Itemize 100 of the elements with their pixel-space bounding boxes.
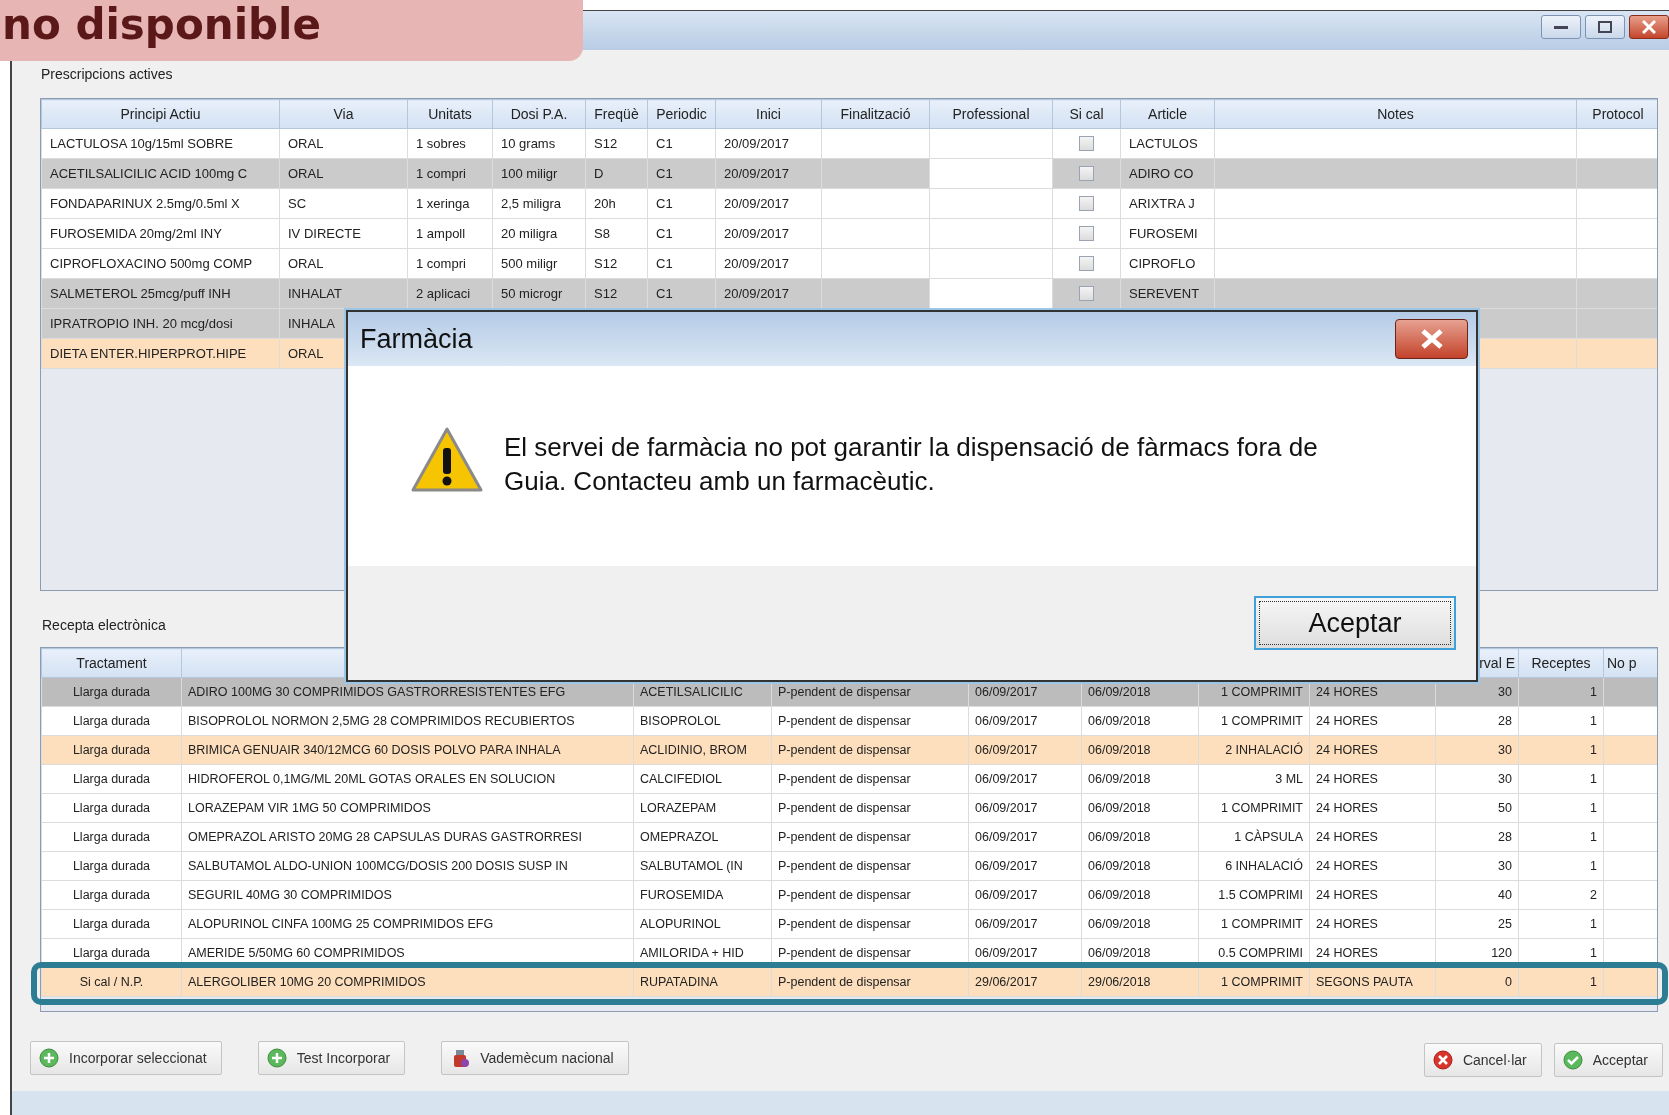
column-header[interactable]: Principi Actiu: [41, 99, 280, 129]
cancel-button[interactable]: Cancel·lar: [1423, 1043, 1542, 1077]
table-cell: 24 HORES: [1316, 945, 1378, 960]
table-row[interactable]: FONDAPARINUX 2.5mg/0.5ml X SC 1 xeringa 2,5 miligra 20h C1 20/09/2017 ARIXTRA J: [41, 188, 1657, 219]
column-header[interactable]: Inici: [715, 99, 822, 129]
table-cell: C1: [656, 285, 673, 301]
table-cell: S12: [594, 135, 618, 151]
checkbox[interactable]: [1079, 136, 1094, 151]
table-cell: 1 COMPRIMIT: [1221, 713, 1303, 728]
close-button[interactable]: [1629, 15, 1669, 39]
table-row[interactable]: Llarga durada ALOPURINOL CINFA 100MG 25 COMPRIMIDOS EFG ALOPURINOL P-pendent de dispensar 06/09/2017 06/09/2018 1 COMPRIMIT 24 HORES 25 1: [41, 909, 1657, 939]
table-cell: P-pendent de dispensar: [778, 742, 911, 757]
table-row[interactable]: Llarga durada HIDROFEROL 0,1MG/ML 20ML GOTAS ORALES EN SOLUCION CALCIFEDIOL P-pendent de dispensar 06/09/2017 06/09/2018 3 ML 24 HORES 30 1: [41, 764, 1657, 794]
section-title: Prescripcions actives: [41, 66, 173, 82]
table-row[interactable]: Llarga durada SALBUTAMOL ALDO-UNION 100MCG/DOSIS 200 DOSIS SUSP IN SALBUTAMOL (IN P-pendent de dispensar 06/09/2017 06/09/2018 6 INHALACIÓ 24 HORES 30 1: [41, 851, 1657, 881]
checkbox[interactable]: [1079, 286, 1094, 301]
table-cell: P-pendent de dispensar: [778, 800, 911, 815]
column-header[interactable]: Finalització: [821, 99, 930, 129]
table-row[interactable]: ACETILSALICILIC ACID 100mg C ORAL 1 compri 100 miligr D C1 20/09/2017 ADIRO CO: [41, 158, 1657, 189]
table-cell: 06/09/2017: [975, 684, 1038, 699]
maximize-button[interactable]: [1585, 15, 1625, 39]
table-cell: 0: [1505, 974, 1512, 989]
table-cell: 1 sobres: [416, 135, 466, 151]
column-header[interactable]: Periodic: [647, 99, 716, 129]
table-row[interactable]: SALMETEROL 25mcg/puff INH INHALAT 2 aplicaci 50 microgr S12 C1 20/09/2017 SEREVENT: [41, 278, 1657, 309]
accept-button[interactable]: Acceptar: [1553, 1043, 1663, 1077]
checkbox[interactable]: [1079, 196, 1094, 211]
table-cell: SALBUTAMOL (IN: [640, 858, 743, 873]
table-cell: IPRATROPIO INH. 20 mcg/dosi: [50, 315, 233, 331]
table-cell: Llarga durada: [72, 742, 151, 757]
plus-icon: [266, 1048, 287, 1068]
minimize-button[interactable]: [1541, 15, 1581, 39]
table-cell: 2 INHALACIÓ: [1225, 742, 1303, 757]
column-header[interactable]: Freqüè: [585, 99, 648, 129]
section-title: Recepta electrònica: [42, 617, 166, 633]
checkbox[interactable]: [1079, 256, 1094, 271]
warning-icon: [410, 426, 484, 494]
table-cell: 28: [1498, 829, 1512, 844]
table-cell: ACETILSALICILIC ACID 100mg C: [50, 165, 248, 181]
table-cell: P-pendent de dispensar: [778, 974, 911, 989]
table-cell: S12: [594, 285, 618, 301]
action-button[interactable]: Incorporar seleccionat: [30, 1041, 222, 1075]
table-cell: 24 HORES: [1316, 829, 1378, 844]
table-cell: ORAL: [288, 165, 324, 181]
table-cell: 1: [1590, 742, 1597, 757]
table-row[interactable]: Llarga durada SEGURIL 40MG 30 COMPRIMIDOS FUROSEMIDA P-pendent de dispensar 06/09/2017 06/09/2018 1.5 COMPRIMI 24 HORES 40 2: [41, 880, 1657, 910]
table-cell: CIPROFLOXACINO 500mg COMP: [50, 255, 253, 271]
dialog-title: Farmàcia: [360, 322, 473, 356]
table-cell: OMEPRAZOL: [640, 829, 719, 844]
column-header[interactable]: Article: [1120, 99, 1215, 129]
table-row[interactable]: Llarga durada BRIMICA GENUAIR 340/12MCG 60 DOSIS POLVO PARA INHALA ACLIDINIO, BROM P-pendent de dispensar 06/09/2017 06/09/2018 2 INHALACIÓ 24 HORES 30 1: [41, 735, 1657, 765]
table-cell: LACTULOSA 10g/15ml SOBRE: [50, 135, 233, 151]
minimize-icon: [1554, 25, 1568, 29]
table-row[interactable]: Llarga durada LORAZEPAM VIR 1MG 50 COMPRIMIDOS LORAZEPAM P-pendent de dispensar 06/09/2017 06/09/2018 1 COMPRIMIT 24 HORES 50 1: [41, 793, 1657, 823]
table-cell: BISOPROLOL NORMON 2,5MG 28 COMPRIMIDOS RECUBIERTOS: [188, 713, 575, 728]
column-header[interactable]: Unitats: [407, 99, 493, 129]
table-row[interactable]: Llarga durada AMERIDE 5/50MG 60 COMPRIMIDOS AMILORIDA + HID P-pendent de dispensar 06/09/2017 06/09/2018 0.5 COMPRIMI 24 HORES 120 1: [41, 938, 1657, 968]
action-button[interactable]: Vademècum nacional: [441, 1041, 629, 1075]
table-cell: 20h: [594, 195, 616, 211]
table-cell: FUROSEMIDA 20mg/2ml INY: [50, 225, 222, 241]
maximize-icon: [1598, 21, 1612, 33]
table-cell: OMEPRAZOL ARISTO 20MG 28 CAPSULAS DURAS GASTRORRESI: [188, 829, 582, 844]
table-row[interactable]: FUROSEMIDA 20mg/2ml INY IV DIRECTE 1 ampoll 20 miligra S8 C1 20/09/2017 FUROSEMI: [41, 218, 1657, 249]
table-cell: 06/09/2018: [1088, 945, 1151, 960]
table-cell: Llarga durada: [72, 916, 151, 931]
table-cell: 1.5 COMPRIMI: [1218, 887, 1303, 902]
column-header[interactable]: Professional: [929, 99, 1053, 129]
table-cell: LORAZEPAM VIR 1MG 50 COMPRIMIDOS: [188, 800, 431, 815]
table-row[interactable]: Llarga durada OMEPRAZOL ARISTO 20MG 28 CAPSULAS DURAS GASTRORRESI OMEPRAZOL P-pendent de dispensar 06/09/2017 06/09/2018 1 CÀPSULA 24 HORES 28 1: [41, 822, 1657, 852]
table-cell: 50: [1498, 800, 1512, 815]
table-cell: 120: [1491, 945, 1512, 960]
column-header[interactable]: Dosi P.A.: [492, 99, 586, 129]
table-cell: 20/09/2017: [724, 285, 790, 301]
action-button[interactable]: Test Incorporar: [257, 1041, 406, 1075]
dialog-message: El servei de farmàcia no pot garantir la dispensació de fàrmacs fora de Guia. Contacteu amb un farmacèutic.: [504, 431, 1319, 499]
table-cell: 20/09/2017: [724, 225, 790, 241]
table-cell: 24 HORES: [1316, 713, 1378, 728]
column-header[interactable]: Si cal: [1052, 99, 1121, 129]
table-cell: C1: [656, 135, 673, 151]
table-cell: ALOPURINOL: [640, 916, 721, 931]
checkbox[interactable]: [1079, 226, 1094, 241]
table-cell: IV DIRECTE: [288, 225, 361, 241]
table-cell: CIPROFLO: [1129, 255, 1196, 271]
table-row[interactable]: Llarga durada BISOPROLOL NORMON 2,5MG 28 COMPRIMIDOS RECUBIERTOS BISOPROLOL P-pendent de dispensar 06/09/2017 06/09/2018 1 COMPRIMIT 24 HORES 28 1: [41, 706, 1657, 736]
table-cell: 20/09/2017: [724, 135, 790, 151]
checkbox[interactable]: [1079, 166, 1094, 181]
column-header[interactable]: Notes: [1214, 99, 1577, 129]
table-cell: P-pendent de dispensar: [778, 858, 911, 873]
table-cell: 20 miligra: [501, 225, 558, 241]
column-header[interactable]: Via: [279, 99, 408, 129]
column-header[interactable]: Protocol: [1576, 99, 1657, 129]
table-cell: Llarga durada: [72, 858, 151, 873]
table-cell: 1: [1590, 713, 1597, 728]
table-row[interactable]: LACTULOSA 10g/15ml SOBRE ORAL 1 sobres 10 grams S12 C1 20/09/2017 LACTULOS: [41, 128, 1657, 159]
table-row[interactable]: Si cal / N.P. ALERGOLIBER 10MG 20 COMPRIMIDOS RUPATADINA P-pendent de dispensar 29/06/2017 29/06/2018 1 COMPRIMIT SEGONS PAUTA 0 1: [41, 967, 1657, 997]
table-cell: 0.5 COMPRIMI: [1218, 945, 1303, 960]
table-cell: C1: [656, 165, 673, 181]
table-row[interactable]: CIPROFLOXACINO 500mg COMP ORAL 1 compri 500 miligr S12 C1 20/09/2017 CIPROFLO: [41, 248, 1657, 279]
ok-button[interactable]: Aceptar: [1254, 596, 1456, 650]
close-button[interactable]: [1395, 319, 1468, 359]
